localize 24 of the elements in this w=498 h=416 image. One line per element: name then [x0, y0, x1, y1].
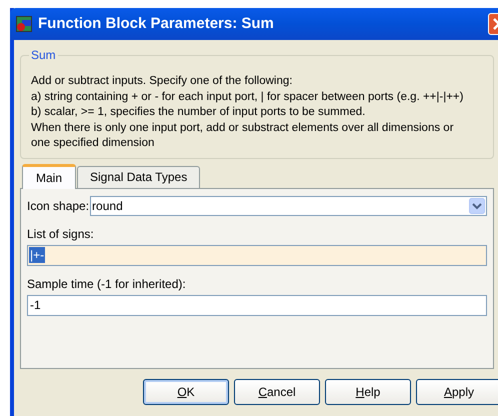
- description-line: Add or subtract inputs. Specify one of the following:: [31, 74, 294, 89]
- description-line: one specified dimension: [31, 136, 156, 151]
- dialog-button[interactable]: Cancel: [234, 378, 320, 404]
- block-diagram-icon: [16, 16, 32, 32]
- field-value: |+-: [29, 247, 46, 263]
- description-line: When there is only one input port, add or substract elements over all dimensions or: [31, 120, 455, 136]
- text-field[interactable]: |+-: [27, 244, 487, 266]
- tab[interactable]: Main: [22, 164, 76, 188]
- tab[interactable]: Signal Data Types: [77, 166, 200, 188]
- dialog-button[interactable]: Apply: [416, 378, 498, 404]
- field-label: Sample time (-1 for inherited):: [27, 276, 187, 292]
- window-title: Function Block Parameters: Sum: [38, 14, 274, 34]
- field-value: round: [91, 198, 124, 212]
- text-field[interactable]: -1: [27, 294, 487, 316]
- description-line: b) scalar, >= 1, specifies the number of input ports to be summed.: [31, 105, 366, 120]
- dialog-button[interactable]: OK: [143, 378, 229, 404]
- group-title: Sum: [29, 48, 58, 62]
- field-label: List of signs:: [27, 226, 95, 242]
- dropdown-field[interactable]: round: [90, 196, 487, 216]
- chevron-down-icon[interactable]: [469, 198, 485, 214]
- description-line: a) string containing + or - for each input port, | for spacer between ports (e.g. ++|-|++): [31, 90, 464, 104]
- field-label: Icon shape:: [27, 198, 90, 214]
- field-value: -1: [29, 297, 42, 313]
- dialog-button[interactable]: Help: [325, 378, 411, 404]
